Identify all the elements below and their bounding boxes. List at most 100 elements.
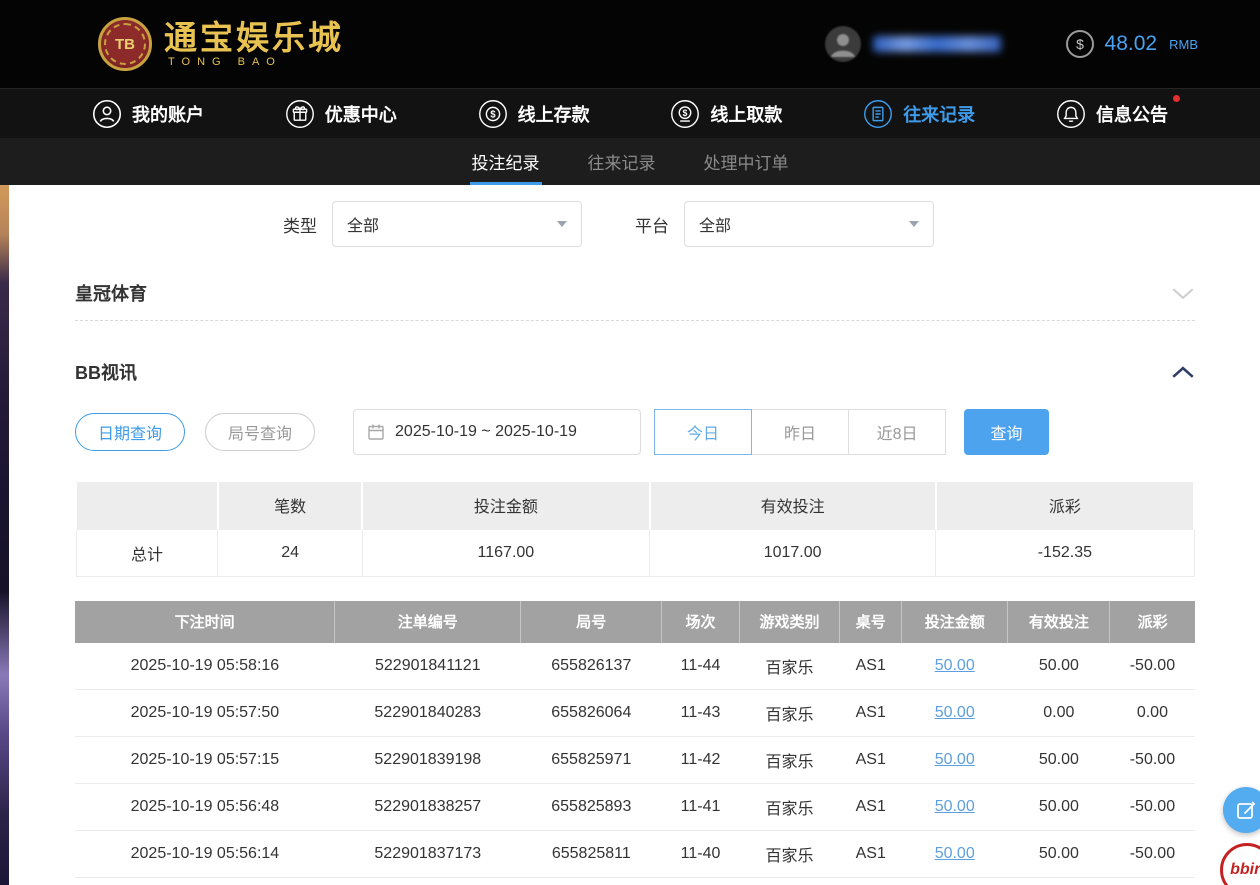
nav-item-deposit[interactable]: $ 线上存款: [478, 99, 590, 129]
cell: [1008, 878, 1110, 885]
date-query-button[interactable]: 日期查询: [75, 413, 185, 451]
detail-table-body: 2025-10-19 05:58:16522901841121655826137…: [75, 643, 1195, 885]
date-range-input[interactable]: 2025-10-19 ~ 2025-10-19: [353, 409, 641, 455]
cell: [840, 878, 902, 885]
cell: 2025-10-19 05:57:15: [75, 737, 335, 784]
top-bar: TB 通宝娱乐城 TONG BAO $ 48.02 RMB: [0, 0, 1260, 88]
button-label: 局号查询: [228, 420, 292, 444]
button-label: 今日: [687, 420, 719, 444]
chevron-down-icon[interactable]: [1171, 287, 1195, 300]
chevron-up-icon[interactable]: [1171, 366, 1195, 379]
cell: AS1: [840, 737, 902, 784]
sub-nav: 投注纪录 往来记录 处理中订单: [0, 138, 1260, 185]
balance[interactable]: $ 48.02 RMB: [1065, 29, 1198, 59]
summary-header-cell: 投注金额: [362, 482, 649, 529]
bet-amount-link[interactable]: 50.00: [935, 751, 975, 768]
summary-valid-bet: 1017.00: [650, 529, 936, 576]
cell: 522901838257: [335, 784, 521, 831]
section-crown-sports[interactable]: 皇冠体育: [75, 274, 1195, 312]
user-icon: [92, 99, 122, 129]
cell: 655826137: [521, 643, 662, 690]
dollar-icon: $: [1065, 29, 1095, 59]
chevron-down-icon: [909, 221, 919, 227]
button-label: 查询: [991, 420, 1023, 444]
platform-select[interactable]: 全部: [684, 201, 934, 247]
cell: 522901841121: [335, 643, 521, 690]
cell: 655825811: [521, 831, 662, 878]
summary-payout: -152.35: [936, 529, 1194, 576]
type-filter-label: 类型: [283, 212, 317, 237]
cell: 百家乐: [739, 784, 840, 831]
nav-item-withdraw[interactable]: $ 线上取款: [670, 99, 782, 129]
today-button[interactable]: 今日: [654, 409, 752, 455]
balance-amount: 48.02: [1105, 32, 1158, 56]
nav-label: 线上存款: [518, 101, 590, 127]
cell: -50.00: [1110, 831, 1195, 878]
nav-item-promotions[interactable]: 优惠中心: [285, 99, 397, 129]
detail-header-cell: 下注时间: [75, 601, 335, 643]
nav-item-my-account[interactable]: 我的账户: [92, 99, 204, 129]
cell: 11-41: [662, 784, 739, 831]
cell: -50.00: [1110, 737, 1195, 784]
cell: 2025-10-19 05:58:16: [75, 643, 335, 690]
section-bb-video[interactable]: BB视讯: [75, 353, 1195, 391]
user-info[interactable]: [825, 26, 1001, 62]
detail-header-cell: 投注金额: [902, 601, 1008, 643]
round-query-button[interactable]: 局号查询: [205, 413, 315, 451]
tab-label: 处理中订单: [704, 149, 789, 174]
gift-icon: [285, 99, 315, 129]
cell: 522901839198: [335, 737, 521, 784]
type-select[interactable]: 全部: [332, 201, 582, 247]
site-logo[interactable]: TB 通宝娱乐城 TONG BAO: [98, 17, 344, 71]
bet-amount-link[interactable]: 50.00: [935, 657, 975, 674]
cell: 50.00: [902, 831, 1008, 878]
cell: 655825893: [521, 784, 662, 831]
tab-pending-orders[interactable]: 处理中订单: [702, 138, 791, 185]
cell: 655826064: [521, 690, 662, 737]
logo-title: 通宝娱乐城: [164, 21, 344, 54]
cell: 11-40: [662, 831, 739, 878]
detail-header-cell: 场次: [662, 601, 739, 643]
section-title: 皇冠体育: [75, 280, 147, 306]
nav-label: 我的账户: [132, 101, 204, 127]
svg-text:$: $: [490, 109, 496, 120]
cell: 11-43: [662, 690, 739, 737]
cell: 50.00: [902, 784, 1008, 831]
cell: 50.00: [1008, 643, 1110, 690]
cell: 11-42: [662, 737, 739, 784]
button-label: 日期查询: [98, 420, 162, 444]
detail-header-cell: 派彩: [1110, 601, 1195, 643]
search-button[interactable]: 查询: [964, 409, 1049, 455]
tab-bet-records[interactable]: 投注纪录: [470, 138, 542, 185]
chevron-down-icon: [557, 221, 567, 227]
summary-header-cell: 有效投注: [650, 482, 936, 529]
filter-row: 类型 全部 平台 全部: [75, 200, 1195, 248]
nav-item-announcements[interactable]: 信息公告: [1056, 99, 1168, 129]
cell: 50.00: [902, 690, 1008, 737]
nav-label: 线上取款: [710, 101, 782, 127]
bet-amount-link[interactable]: 50.00: [935, 704, 975, 721]
quick-range-group: 今日 昨日 近8日: [655, 409, 946, 455]
nav-label: 优惠中心: [325, 101, 397, 127]
summary-header-row: 笔数投注金额有效投注派彩: [76, 482, 1194, 529]
cell: AS1: [840, 690, 902, 737]
bell-icon: [1056, 99, 1086, 129]
tab-transaction-records[interactable]: 往来记录: [586, 138, 658, 185]
cell: 50.00: [902, 737, 1008, 784]
yesterday-button[interactable]: 昨日: [751, 409, 849, 455]
nav-item-records[interactable]: 往来记录: [863, 99, 975, 129]
bet-amount-link[interactable]: 50.00: [935, 798, 975, 815]
background-strip: [0, 185, 9, 885]
query-bar: 日期查询 局号查询 2025-10-19 ~ 2025-10-19 今日 昨日: [75, 409, 1195, 455]
last-8-days-button[interactable]: 近8日: [848, 409, 946, 455]
tab-label: 往来记录: [588, 149, 656, 174]
page: TB 通宝娱乐城 TONG BAO $ 48.02 RMB: [0, 0, 1260, 885]
platform-filter-label: 平台: [635, 212, 669, 237]
bet-amount-link[interactable]: 50.00: [935, 845, 975, 862]
cell: 655825971: [521, 737, 662, 784]
platform-select-value: 全部: [699, 212, 731, 236]
summary-header-cell: 派彩: [936, 482, 1194, 529]
cell: 0.00: [1110, 690, 1195, 737]
summary-row-label: 总计: [76, 529, 218, 576]
cell: 百家乐: [739, 643, 840, 690]
